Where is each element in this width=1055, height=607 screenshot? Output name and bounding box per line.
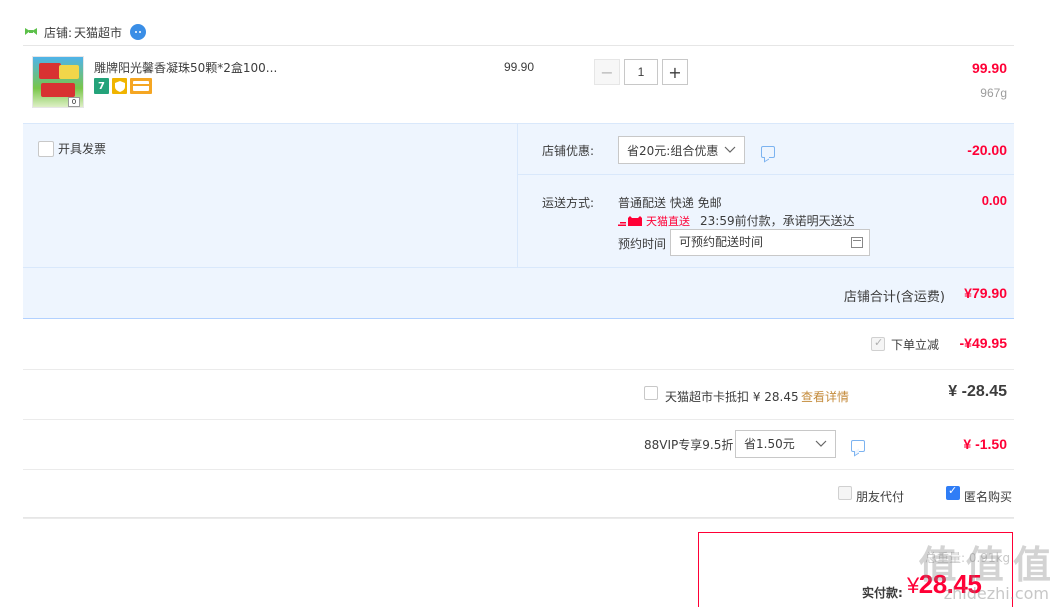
decrease-quantity-button[interactable]: − [594,59,620,85]
delivery-promise: 23:59前付款，承诺明天送达 [700,214,855,228]
view-details-link[interactable]: 查看详情 [801,388,849,405]
quantity-stepper: − 1 + [594,59,688,85]
shop-prefix: 店铺: [44,25,73,40]
coupon-info-icon[interactable] [761,146,775,158]
watermark-url: zhidezhi.com [943,584,1049,603]
guarantee-icon[interactable] [112,78,127,94]
product-title-link[interactable]: 雕牌阳光馨香凝珠50颗*2盒100... [94,59,344,76]
chevron-down-icon [815,431,827,466]
tmall-direct-label: 天猫直送 [646,214,690,228]
shop-header: 店铺: 天猫超市 [24,22,147,42]
shipping-fee: 0.00 [981,193,1007,208]
chat-icon[interactable] [130,24,147,40]
friend-pay-checkbox[interactable] [838,486,852,500]
tmall-card-label: 天猫超市卡抵扣 ¥ 28.45 [665,390,799,404]
shop-subtotal-label: 店铺合计(含运费) [843,290,945,305]
tmall-direct-info: 天猫直送 23:59前付款，承诺明天送达 [618,212,855,229]
appointment-label: 预约时间 [618,237,667,251]
tmall-card-row: 天猫超市卡抵扣 ¥ 28.45 查看详情 ¥ -28.45 [23,370,1014,420]
anonymous-label: 匿名购买 [964,490,1013,504]
instant-discount-amount: -¥49.95 [959,335,1007,351]
watermark: 值 值 值 zhidezhi.com [918,543,1051,603]
tmall-card-amount: ¥ -28.45 [948,383,1007,400]
invoice-label: 开具发票 [58,142,107,156]
tmall-cat-icon [618,215,644,227]
product-thumbnail[interactable]: 0 [32,56,84,108]
instant-discount-label: 下单立减 [891,338,940,352]
service-badges: 7 [94,78,152,94]
increase-quantity-button[interactable]: + [662,59,688,85]
shop-coupon-label: 店铺优惠: [542,144,595,158]
order-options-panel: 开具发票 店铺优惠: 省20元:组合优惠 -20.00 运送方式: 普通配送 快… [23,123,1014,319]
shop-icon [24,26,38,38]
calendar-icon[interactable] [851,237,863,248]
seven-day-return-icon[interactable]: 7 [94,78,109,94]
cart-item-row: 0 雕牌阳光馨香凝珠50颗*2盒100... 7 99.90 − 1 + 99.… [23,45,1014,123]
invoice-option[interactable]: 开具发票 [38,140,106,157]
instant-discount-checkbox [871,336,885,351]
shipping-label: 运送方式: [542,196,595,210]
shop-name-link[interactable]: 天猫超市 [74,24,122,41]
vip-discount-select[interactable]: 省1.50元 [735,430,836,458]
payment-options-row: 朋友代付 匿名购买 [23,469,1014,519]
vip-discount-amount: ¥ -1.50 [963,436,1007,452]
credit-card-icon[interactable] [130,78,152,94]
appointment-time-input[interactable]: 可预约配送时间 [670,229,870,256]
actual-payment-label: 实付款: [862,586,903,600]
instant-discount-row: 下单立减 -¥49.95 [23,320,1014,370]
vip-discount-value: 省1.50元 [744,437,795,451]
anonymous-checkbox[interactable] [946,484,960,500]
watermark-logo: 值 值 值 [918,543,1051,587]
line-total: 99.90 [971,60,1007,76]
friend-pay-label: 朋友代付 [856,490,905,504]
shop-coupon-amount: -20.00 [967,142,1007,158]
shop-coupon-select[interactable]: 省20元:组合优惠 [618,136,745,164]
shop-coupon-value: 省20元:组合优惠 [627,143,719,158]
tmall-card-checkbox[interactable] [644,386,658,400]
divider [23,517,1014,518]
unit-price: 99.90 [504,60,535,74]
thumbnail-badge: 0 [68,97,80,107]
shipping-method: 普通配送 快递 免邮 [618,196,722,210]
chevron-down-icon [724,142,736,159]
quantity-input[interactable]: 1 [624,59,658,85]
appointment-time-placeholder: 可预约配送时间 [679,235,764,249]
invoice-checkbox[interactable] [38,140,54,157]
currency-symbol: ¥ [907,573,919,598]
shop-subtotal-amount: ¥79.90 [964,285,1007,301]
vip-discount-row: 88VIP专享9.5折 省1.50元 ¥ -1.50 [23,420,1014,470]
vip-info-icon[interactable] [851,440,865,452]
item-weight: 967g [980,86,1007,100]
vip-discount-label: 88VIP专享9.5折 [644,438,734,452]
